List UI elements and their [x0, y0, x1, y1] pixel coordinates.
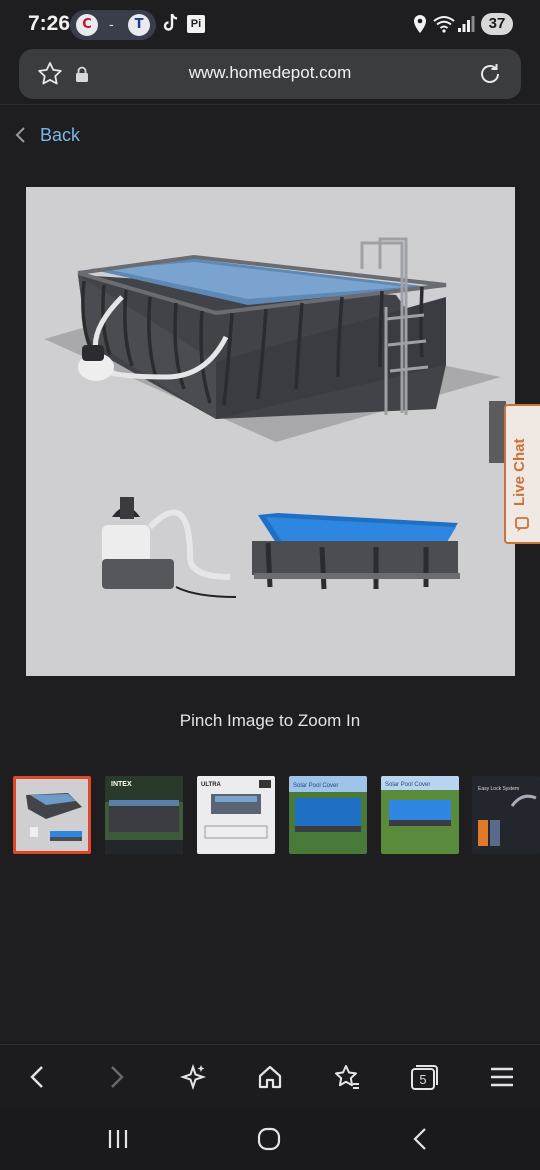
home-icon[interactable]	[256, 1063, 284, 1091]
system-navigation	[0, 1108, 540, 1170]
reload-icon[interactable]	[477, 61, 503, 87]
score-separator: -	[109, 16, 114, 32]
back-chevron-icon[interactable]	[408, 1126, 434, 1152]
tabs-button[interactable]: 5	[410, 1063, 438, 1091]
zoom-hint: Pinch Image to Zoom In	[179, 711, 361, 730]
thumbnail-1[interactable]	[13, 776, 91, 854]
chevron-left-icon	[15, 127, 25, 143]
status-time: 7:26	[28, 12, 71, 35]
svg-text:INTEX: INTEX	[111, 781, 132, 788]
signal-icon	[458, 16, 475, 32]
live-chat-label: Live Chat	[511, 438, 528, 506]
menu-icon[interactable]	[488, 1063, 516, 1091]
back-link[interactable]: Back	[14, 120, 80, 150]
team1-logo: C	[76, 14, 98, 36]
home-circle-icon[interactable]	[256, 1126, 282, 1152]
thumbnail-6[interactable]: Easy Lock System	[472, 776, 540, 854]
forward-arrow-icon[interactable]	[102, 1063, 130, 1091]
address-bar[interactable]: www.homedepot.com	[19, 49, 521, 99]
svg-text:Solar Pool Cover: Solar Pool Cover	[293, 783, 338, 789]
browser-toolbar: 5	[0, 1044, 540, 1108]
back-label[interactable]: Back	[40, 125, 80, 146]
sparkle-icon[interactable]	[179, 1063, 207, 1091]
chat-bubble-icon	[515, 517, 529, 532]
wifi-icon	[433, 16, 455, 33]
pi-icon: Pi	[187, 15, 205, 33]
thumbnail-2[interactable]: INTEX	[105, 776, 183, 854]
url-text[interactable]: www.homedepot.com	[19, 63, 521, 83]
back-arrow-icon[interactable]	[24, 1063, 52, 1091]
tiktok-icon	[163, 13, 178, 31]
status-bar: 7:26 C - T Pi 37	[0, 0, 540, 48]
location-icon	[414, 15, 426, 33]
svg-text:ULTRA: ULTRA	[201, 782, 222, 788]
product-image[interactable]	[26, 187, 515, 676]
header-divider	[0, 104, 540, 105]
thumbnail-4[interactable]: Solar Pool Cover	[289, 776, 367, 854]
live-chat-button[interactable]: Live Chat	[504, 404, 540, 544]
tab-count: 5	[419, 1072, 427, 1087]
svg-text:Solar Pool Cover: Solar Pool Cover	[385, 782, 430, 788]
thumbnail-3[interactable]: ULTRA	[197, 776, 275, 854]
score-notification: C - T	[70, 10, 156, 40]
thumbnail-5[interactable]: Solar Pool Cover	[381, 776, 459, 854]
recents-icon[interactable]	[105, 1126, 131, 1152]
battery-indicator: 37	[481, 13, 513, 35]
svg-text:Easy Lock System: Easy Lock System	[478, 786, 519, 792]
bookmarks-icon[interactable]	[333, 1063, 361, 1091]
team2-logo: T	[128, 14, 150, 36]
